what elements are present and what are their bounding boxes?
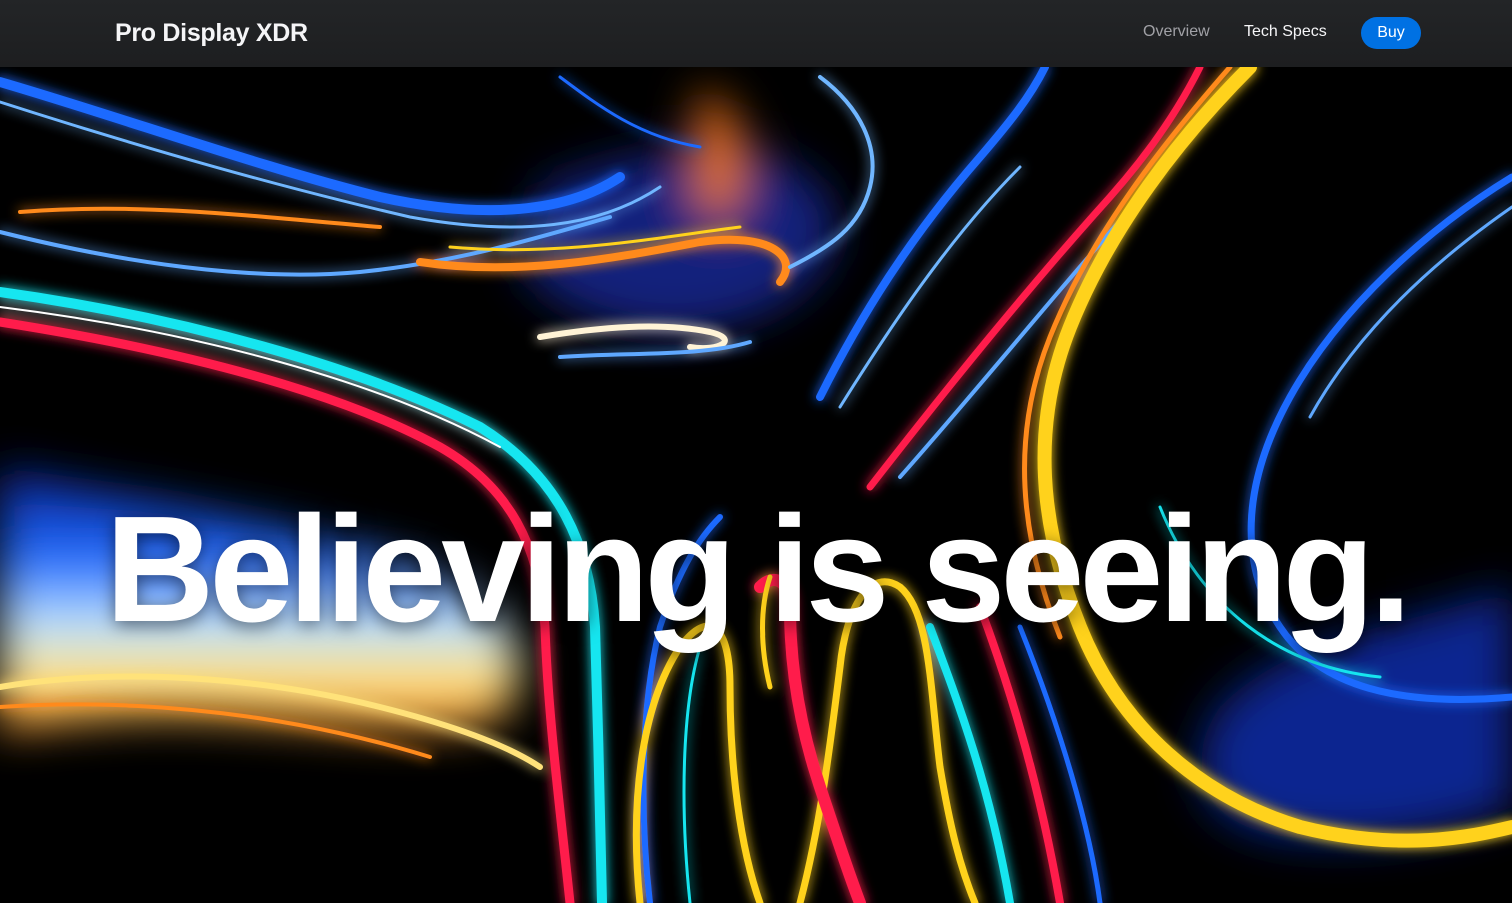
hero-section: Believing is seeing. [0, 67, 1512, 903]
global-nav: Pro Display XDR Overview Tech Specs Buy [0, 0, 1512, 67]
product-title[interactable]: Pro Display XDR [115, 17, 308, 49]
nav-link-tech-specs[interactable]: Tech Specs [1244, 22, 1327, 42]
hero-headline: Believing is seeing. [105, 484, 1411, 654]
buy-button[interactable]: Buy [1361, 17, 1421, 49]
nav-link-overview[interactable]: Overview [1143, 22, 1210, 42]
